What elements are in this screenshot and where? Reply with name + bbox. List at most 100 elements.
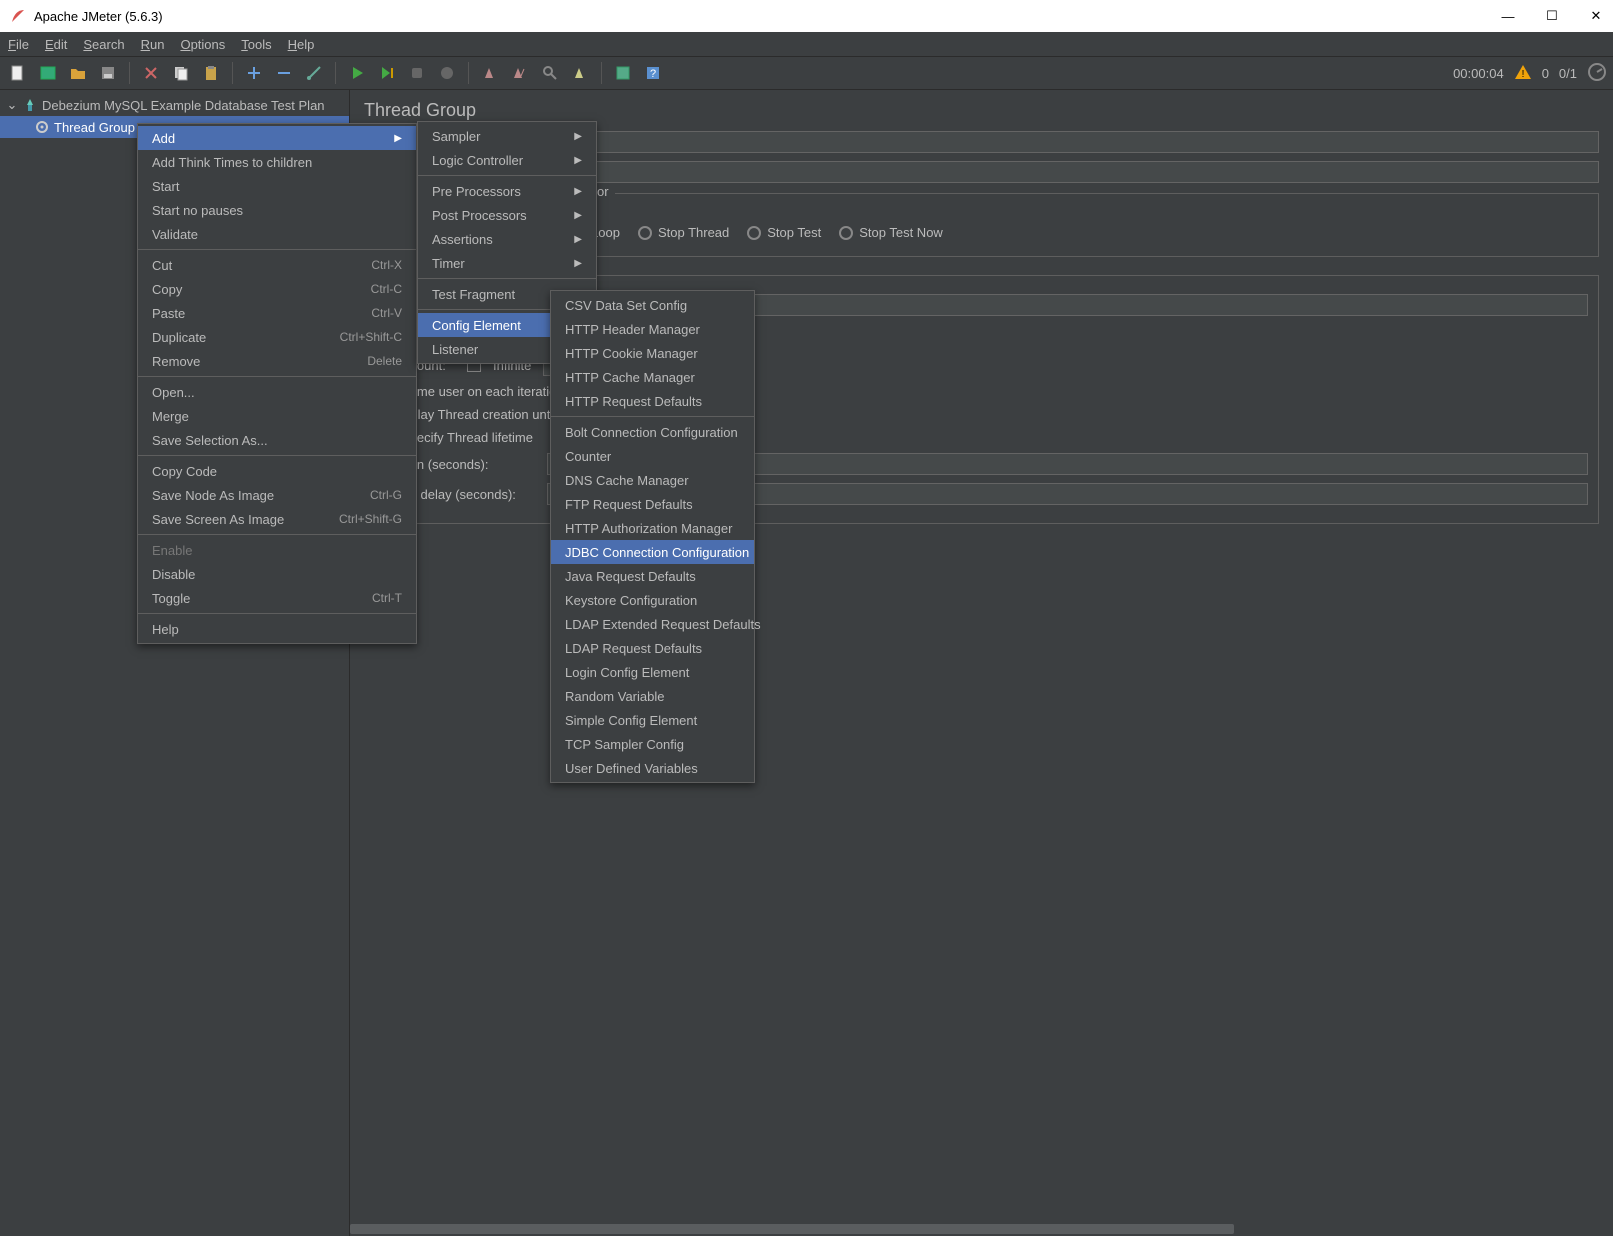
copy-icon[interactable] — [169, 61, 193, 85]
cfg-item-bolt-connection-configuration[interactable]: Bolt Connection Configuration — [551, 420, 754, 444]
window-minimize-button[interactable]: — — [1501, 9, 1515, 23]
ctx-item-disable[interactable]: Disable — [138, 562, 416, 586]
cfg-item-http-header-manager[interactable]: HTTP Header Manager — [551, 317, 754, 341]
window-titlebar: Apache JMeter (5.6.3) — ☐ ✕ — [0, 0, 1613, 32]
cfg-item-keystore-configuration[interactable]: Keystore Configuration — [551, 588, 754, 612]
templates-icon[interactable] — [36, 61, 60, 85]
ctx-item-help[interactable]: Help — [138, 617, 416, 641]
ctx-item-validate[interactable]: Validate — [138, 222, 416, 246]
cfg-item-jdbc-connection-configuration[interactable]: JDBC Connection Configuration — [551, 540, 754, 564]
cfg-item-ldap-extended-request-defaults[interactable]: LDAP Extended Request Defaults — [551, 612, 754, 636]
new-icon[interactable] — [6, 61, 30, 85]
menu-help[interactable]: Help — [288, 37, 315, 52]
ctx-item-save-screen-as-image[interactable]: Save Screen As ImageCtrl+Shift-G — [138, 507, 416, 531]
menu-file[interactable]: File — [8, 37, 29, 52]
cfg-item-user-defined-variables[interactable]: User Defined Variables — [551, 756, 754, 780]
ctx-divider — [138, 249, 416, 250]
menu-options[interactable]: Options — [180, 37, 225, 52]
ctx-item-copy[interactable]: CopyCtrl-C — [138, 277, 416, 301]
cfg-item-http-cache-manager[interactable]: HTTP Cache Manager — [551, 365, 754, 389]
collapse-icon[interactable] — [272, 61, 296, 85]
cfg-item-http-request-defaults[interactable]: HTTP Request Defaults — [551, 389, 754, 413]
ctx-item-remove[interactable]: RemoveDelete — [138, 349, 416, 373]
ctx-item-start-no-pauses[interactable]: Start no pauses — [138, 198, 416, 222]
svg-text:?: ? — [650, 68, 656, 80]
ctx-item-copy-code[interactable]: Copy Code — [138, 459, 416, 483]
function-helper-icon[interactable] — [611, 61, 635, 85]
chevron-down-icon[interactable]: ⌄ — [6, 97, 18, 113]
cfg-item-ftp-request-defaults[interactable]: FTP Request Defaults — [551, 492, 754, 516]
add-item-assertions[interactable]: Assertions▶ — [418, 227, 596, 251]
cfg-item-http-cookie-manager[interactable]: HTTP Cookie Manager — [551, 341, 754, 365]
chevron-right-icon: ▶ — [574, 258, 582, 269]
radio-stop-thread[interactable]: Stop Thread — [638, 225, 729, 240]
menu-run[interactable]: Run — [141, 37, 165, 52]
add-item-sampler[interactable]: Sampler▶ — [418, 124, 596, 148]
add-item-pre-processors[interactable]: Pre Processors▶ — [418, 179, 596, 203]
help-icon[interactable]: ? — [641, 61, 665, 85]
expand-icon[interactable] — [242, 61, 266, 85]
chevron-right-icon: ▶ — [394, 133, 402, 144]
cfg-item-http-authorization-manager[interactable]: HTTP Authorization Manager — [551, 516, 754, 540]
save-icon[interactable] — [96, 61, 120, 85]
cfg-item-simple-config-element[interactable]: Simple Config Element — [551, 708, 754, 732]
add-divider — [418, 175, 596, 176]
ctx-item-save-selection-as-[interactable]: Save Selection As... — [138, 428, 416, 452]
cfg-item-random-variable[interactable]: Random Variable — [551, 684, 754, 708]
ctx-item-merge[interactable]: Merge — [138, 404, 416, 428]
ctx-divider — [138, 534, 416, 535]
window-maximize-button[interactable]: ☐ — [1545, 9, 1559, 23]
svg-text:!: ! — [1521, 69, 1524, 80]
stop-icon[interactable] — [405, 61, 429, 85]
ctx-item-start[interactable]: Start — [138, 174, 416, 198]
run-icon[interactable] — [345, 61, 369, 85]
ctx-item-toggle[interactable]: ToggleCtrl-T — [138, 586, 416, 610]
clear-icon[interactable] — [478, 61, 502, 85]
menu-search[interactable]: Search — [83, 37, 124, 52]
cfg-item-counter[interactable]: Counter — [551, 444, 754, 468]
toggle-icon[interactable] — [302, 61, 326, 85]
tree-root[interactable]: ⌄ Debezium MySQL Example Ddatabase Test … — [0, 94, 349, 116]
cfg-item-java-request-defaults[interactable]: Java Request Defaults — [551, 564, 754, 588]
chevron-right-icon: ▶ — [574, 210, 582, 221]
ctx-item-paste[interactable]: PasteCtrl-V — [138, 301, 416, 325]
cfg-item-tcp-sampler-config[interactable]: TCP Sampler Config — [551, 732, 754, 756]
name-input[interactable] — [456, 131, 1599, 153]
add-divider — [418, 278, 596, 279]
search-icon[interactable] — [538, 61, 562, 85]
cfg-item-ldap-request-defaults[interactable]: LDAP Request Defaults — [551, 636, 754, 660]
run-nopause-icon[interactable] — [375, 61, 399, 85]
reset-search-icon[interactable] — [568, 61, 592, 85]
ctx-item-save-node-as-image[interactable]: Save Node As ImageCtrl-G — [138, 483, 416, 507]
add-item-post-processors[interactable]: Post Processors▶ — [418, 203, 596, 227]
comments-input[interactable] — [456, 161, 1599, 183]
cfg-divider — [551, 416, 754, 417]
window-close-button[interactable]: ✕ — [1589, 9, 1603, 23]
ctx-item-duplicate[interactable]: DuplicateCtrl+Shift-C — [138, 325, 416, 349]
clear-all-icon[interactable] — [508, 61, 532, 85]
paste-icon[interactable] — [199, 61, 223, 85]
ctx-item-add[interactable]: Add▶ — [138, 126, 416, 150]
radio-stop-test[interactable]: Stop Test — [747, 225, 821, 240]
open-icon[interactable] — [66, 61, 90, 85]
add-item-timer[interactable]: Timer▶ — [418, 251, 596, 275]
gear-icon — [34, 119, 50, 135]
cut-icon[interactable] — [139, 61, 163, 85]
ctx-item-add-think-times-to-children[interactable]: Add Think Times to children — [138, 150, 416, 174]
radio-stop-test-now[interactable]: Stop Test Now — [839, 225, 943, 240]
ctx-item-open-[interactable]: Open... — [138, 380, 416, 404]
shutdown-icon[interactable] — [435, 61, 459, 85]
cfg-item-login-config-element[interactable]: Login Config Element — [551, 660, 754, 684]
cfg-item-dns-cache-manager[interactable]: DNS Cache Manager — [551, 468, 754, 492]
window-title: Apache JMeter (5.6.3) — [34, 9, 163, 24]
warning-icon[interactable]: ! — [1514, 63, 1532, 84]
add-item-logic-controller[interactable]: Logic Controller▶ — [418, 148, 596, 172]
menu-edit[interactable]: Edit — [45, 37, 67, 52]
menu-tools[interactable]: Tools — [241, 37, 271, 52]
chevron-right-icon: ▶ — [574, 155, 582, 166]
cfg-item-csv-data-set-config[interactable]: CSV Data Set Config — [551, 293, 754, 317]
ctx-item-cut[interactable]: CutCtrl-X — [138, 253, 416, 277]
gauge-icon[interactable] — [1587, 62, 1607, 85]
horizontal-scrollbar[interactable] — [350, 1222, 1613, 1236]
ctx-divider — [138, 455, 416, 456]
